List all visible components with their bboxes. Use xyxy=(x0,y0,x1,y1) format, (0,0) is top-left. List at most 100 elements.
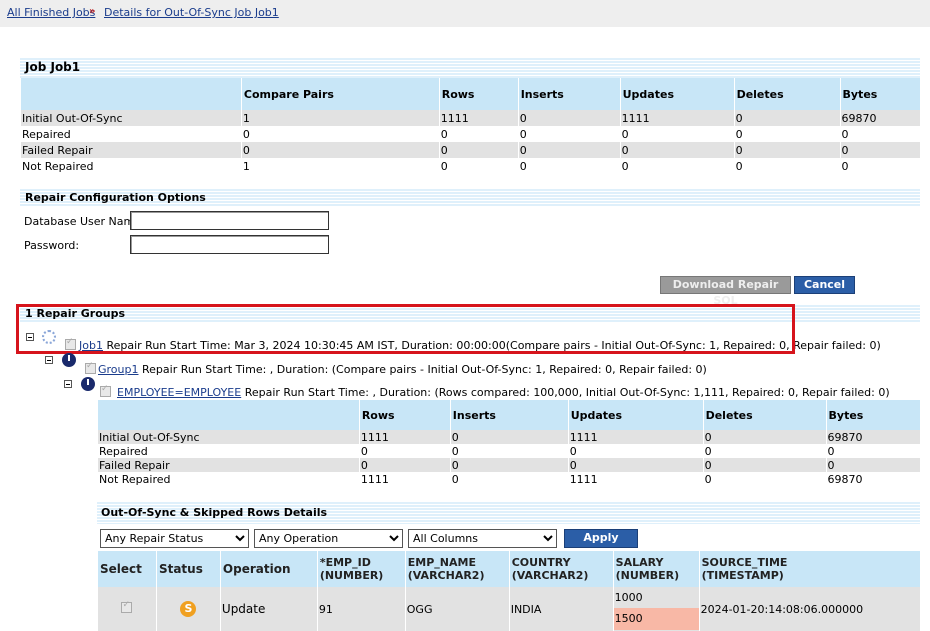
cell: 0 xyxy=(358,458,451,472)
pair-checkbox[interactable] xyxy=(100,384,111,397)
table-row: Not Repaired 1111 0 1111 0 69870 xyxy=(97,472,920,486)
cell: 1111 xyxy=(438,110,519,126)
table-row: Initial Out-Of-Sync 1 1111 0 1111 0 69870 xyxy=(20,110,920,126)
cell: 0 xyxy=(567,444,704,458)
group-run-info: Repair Run Start Time: , Duration: (Comp… xyxy=(142,363,707,376)
cell: 0 xyxy=(733,110,840,126)
cell: 1111 xyxy=(358,430,451,444)
cell: 0 xyxy=(733,126,840,142)
col-header-emp-id: *EMP_ID (NUMBER) xyxy=(316,551,406,587)
cell: Initial Out-Of-Sync xyxy=(97,430,360,444)
row-select-cell xyxy=(97,587,157,631)
cell: 0 xyxy=(358,444,451,458)
cell: 0 xyxy=(449,472,569,486)
cell: Not Repaired xyxy=(97,472,360,486)
cancel-button[interactable]: Cancel xyxy=(794,276,855,294)
cell: Initial Out-Of-Sync xyxy=(20,110,242,126)
cell: 0 xyxy=(438,126,519,142)
clock-icon xyxy=(62,353,76,367)
row-checkbox[interactable] xyxy=(121,600,133,613)
table-row: Repaired 0 0 0 0 0 xyxy=(97,444,920,458)
password-label: Password: xyxy=(24,239,80,252)
breadcrumb: All Finished Jobs » Details for Out-Of-S… xyxy=(0,0,930,27)
highlight-box xyxy=(16,304,795,354)
cell: 0 xyxy=(702,472,827,486)
table-row: Repaired 0 0 0 0 0 0 xyxy=(20,126,920,142)
group-link[interactable]: Group1 xyxy=(98,363,139,376)
cell: 0 xyxy=(839,142,920,158)
col-header-select: Select xyxy=(97,551,157,587)
collapse-group-icon[interactable] xyxy=(45,356,53,364)
col-header xyxy=(20,78,242,110)
cell: 0 xyxy=(438,158,519,174)
salary-source-value: 1000 xyxy=(614,591,643,604)
cell: 0 xyxy=(517,110,621,126)
cell: 0 xyxy=(733,142,840,158)
row-country: INDIA xyxy=(508,587,614,631)
cell: 0 xyxy=(702,444,827,458)
group-checkbox[interactable] xyxy=(85,361,96,374)
col-header: Deletes xyxy=(733,78,840,110)
breadcrumb-all-finished-jobs[interactable]: All Finished Jobs xyxy=(7,6,95,19)
cell: 0 xyxy=(240,126,440,142)
cell: 69870 xyxy=(825,472,920,486)
job-summary-title: Job Job1 xyxy=(20,58,920,78)
row-source-time: 2024-01-20:14:08:06.000000 xyxy=(698,587,920,631)
col-header-operation: Operation xyxy=(219,551,318,587)
cell: 1 xyxy=(240,110,440,126)
row-status-cell: S xyxy=(155,587,221,631)
col-header xyxy=(97,400,360,430)
cell: Repaired xyxy=(97,444,360,458)
columns-filter[interactable]: All Columns xyxy=(408,529,557,548)
repair-config-title: Repair Configuration Options xyxy=(20,189,920,207)
cell: 69870 xyxy=(839,110,920,126)
collapse-pair-icon[interactable] xyxy=(64,380,72,388)
cell: Not Repaired xyxy=(20,158,242,174)
cell: 1111 xyxy=(567,472,704,486)
table-row: Not Repaired 1 0 0 0 0 0 xyxy=(20,158,920,174)
col-header: Rows xyxy=(358,400,451,430)
repair-status-filter[interactable]: Any Repair Status xyxy=(100,529,249,548)
col-header: Bytes xyxy=(839,78,920,110)
col-header: Updates xyxy=(567,400,704,430)
db-user-input[interactable] xyxy=(130,211,329,230)
out-of-sync-icon: S xyxy=(180,601,197,617)
table-row: Failed Repair 0 0 0 0 0 0 xyxy=(20,142,920,158)
cell: 0 xyxy=(517,126,621,142)
col-header: Inserts xyxy=(517,78,621,110)
col-header-country: COUNTRY (VARCHAR2) xyxy=(508,551,614,587)
col-header: Updates xyxy=(619,78,735,110)
cell: 0 xyxy=(619,126,735,142)
pair-summary-table: Rows Inserts Updates Deletes Bytes Initi… xyxy=(97,400,920,486)
pair-run-info: Repair Run Start Time: , Duration: (Rows… xyxy=(244,386,890,399)
row-operation: Update xyxy=(219,587,318,631)
row-emp-id: 91 xyxy=(316,587,406,631)
clock-icon xyxy=(81,377,95,391)
breadcrumb-current-job[interactable]: Details for Out-Of-Sync Job Job1 xyxy=(104,6,279,19)
apply-filter-button[interactable]: Apply Filter xyxy=(564,529,638,560)
cell: 0 xyxy=(619,142,735,158)
operation-filter[interactable]: Any Operation xyxy=(254,529,403,548)
cell: 1111 xyxy=(619,110,735,126)
oos-rows-table: Select Status Operation *EMP_ID (NUMBER) … xyxy=(97,551,920,631)
table-row: Initial Out-Of-Sync 1111 0 1111 0 69870 xyxy=(97,430,920,444)
col-header: Deletes xyxy=(702,400,827,430)
cell: 1 xyxy=(240,158,440,174)
cell: 0 xyxy=(567,458,704,472)
download-repair-sql-button[interactable]: Download Repair SQL xyxy=(660,276,791,307)
cell: 0 xyxy=(240,142,440,158)
col-header: Inserts xyxy=(449,400,569,430)
cell: 0 xyxy=(438,142,519,158)
pair-link[interactable]: EMPLOYEE=EMPLOYEE xyxy=(117,386,241,399)
cell: 1111 xyxy=(358,472,451,486)
salary-target-value: 1500 xyxy=(613,608,699,630)
password-input[interactable] xyxy=(130,235,329,254)
row-salary: 1000 1500 xyxy=(612,587,700,631)
cell: 0 xyxy=(839,126,920,142)
group-tree-node: Group1 Repair Run Start Time: , Duration… xyxy=(98,363,707,376)
col-header: Bytes xyxy=(825,400,920,430)
col-header-emp-name: EMP_NAME (VARCHAR2) xyxy=(404,551,510,587)
col-header: Rows xyxy=(438,78,519,110)
cell: 0 xyxy=(449,430,569,444)
col-header: Compare Pairs xyxy=(240,78,440,110)
